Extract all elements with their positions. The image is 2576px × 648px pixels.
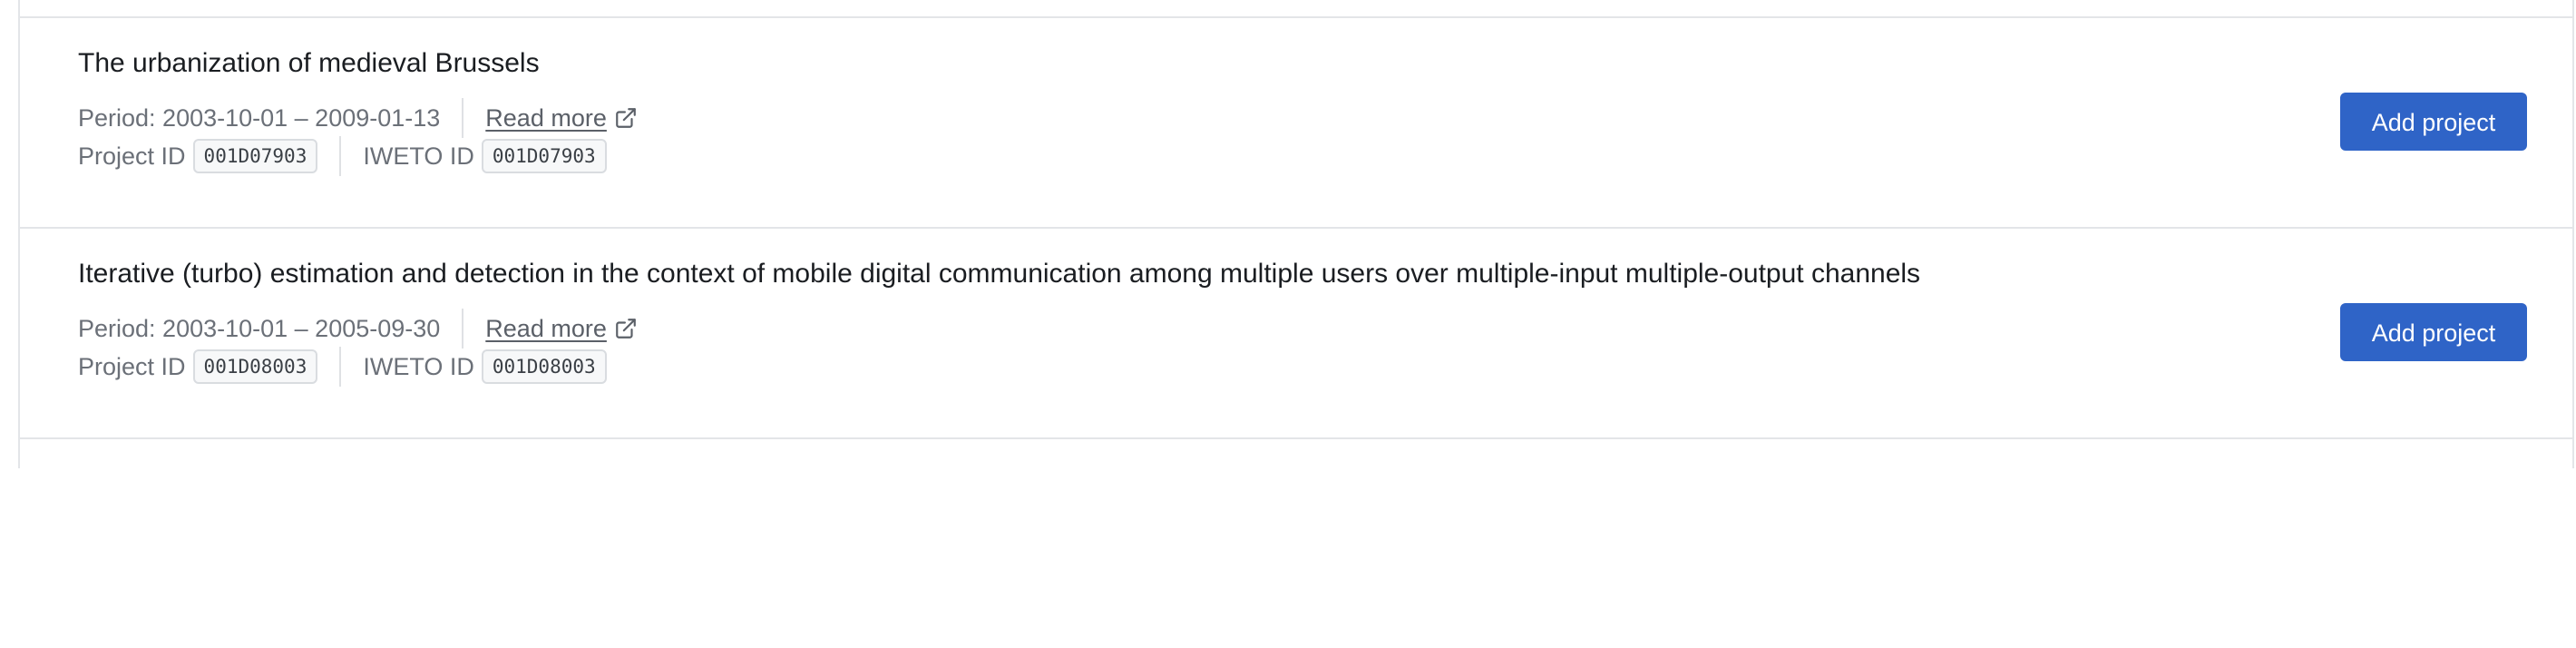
project-title: The urbanization of medieval Brussels	[78, 48, 540, 78]
project-row	[20, 437, 2572, 648]
read-more-label: Read more	[485, 104, 607, 132]
project-list: The urbanization of medieval Brussels Pe…	[18, 0, 2574, 468]
project-period-line: Period: 2003-10-01 – 2005-09-30 Read mor…	[78, 309, 638, 349]
iweto-id-code: 001D08003	[481, 349, 607, 384]
iweto-id-code: 001D07903	[481, 139, 607, 173]
read-more-label: Read more	[485, 315, 607, 342]
add-project-button[interactable]: Add project	[2340, 93, 2527, 151]
divider	[462, 309, 464, 349]
divider	[339, 136, 342, 176]
project-id-code: 001D07903	[192, 139, 318, 173]
add-project-button[interactable]: Add project	[2340, 303, 2527, 361]
external-link-icon	[614, 317, 638, 340]
iweto-id-label: IWETO ID	[363, 142, 474, 170]
project-ids-line: Project ID 001D07903 IWETO ID 001D07903	[78, 136, 607, 176]
read-more-link[interactable]: Read more	[485, 100, 638, 136]
project-id-label: Project ID	[78, 353, 186, 380]
project-ids-line: Project ID 001D08003 IWETO ID 001D08003	[78, 347, 607, 387]
external-link-icon	[614, 106, 638, 130]
project-row: Iterative (turbo) estimation and detecti…	[20, 227, 2572, 437]
divider	[339, 347, 342, 387]
divider	[462, 98, 464, 138]
project-id-code: 001D08003	[192, 349, 318, 384]
project-period: Period: 2003-10-01 – 2005-09-30	[78, 315, 441, 342]
read-more-link[interactable]: Read more	[485, 310, 638, 347]
project-period-line: Period: 2003-10-01 – 2009-01-13 Read mor…	[78, 98, 638, 138]
project-id-label: Project ID	[78, 142, 186, 170]
project-period: Period: 2003-10-01 – 2009-01-13	[78, 104, 441, 132]
project-row: The urbanization of medieval Brussels Pe…	[20, 16, 2572, 227]
project-title: Iterative (turbo) estimation and detecti…	[78, 259, 1921, 289]
iweto-id-label: IWETO ID	[363, 353, 474, 380]
